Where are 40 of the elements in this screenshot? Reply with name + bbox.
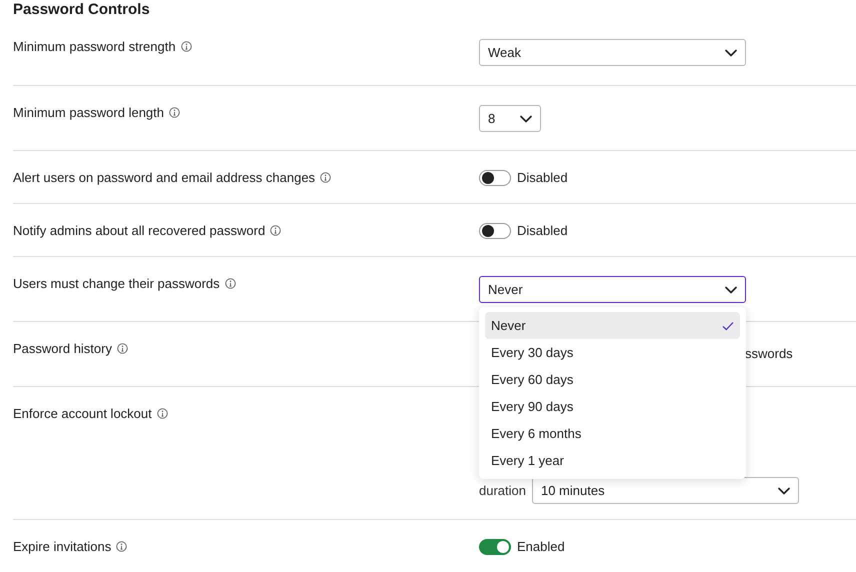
dropdown-select[interactable]: 10 minutes <box>532 477 799 504</box>
toggle-switch[interactable] <box>479 170 511 186</box>
menu-option[interactable]: Every 1 year <box>485 447 740 474</box>
menu-option[interactable]: Every 60 days <box>485 366 740 393</box>
checkmark-icon <box>722 320 734 330</box>
chevron-down-icon <box>725 48 737 56</box>
setting-label: Users must change their passwords <box>13 276 220 291</box>
duration-label: duration <box>479 482 526 500</box>
chevron-down-icon <box>725 286 737 294</box>
dropdown-select[interactable]: Weak <box>479 39 746 66</box>
info-icon <box>116 343 128 354</box>
dropdown-select[interactable]: Never <box>479 276 746 303</box>
setting-label: Expire invitations <box>13 539 112 554</box>
toggle-status: Enabled <box>517 539 565 555</box>
setting-description: sswords <box>745 346 793 361</box>
setting-label: Enforce account lockout <box>13 406 152 421</box>
setting-label: Notify admins about all recovered password <box>13 223 266 238</box>
chevron-down-icon <box>520 114 532 122</box>
menu-option[interactable]: Every 6 months <box>485 420 740 447</box>
chevron-down-icon <box>778 486 790 494</box>
info-icon <box>320 172 332 183</box>
info-icon <box>169 107 180 118</box>
toggle-status: Disabled <box>517 170 568 186</box>
menu-option[interactable]: Every 90 days <box>485 393 740 420</box>
setting-label: Alert users on password and email address changes <box>13 170 316 185</box>
info-icon <box>180 41 192 52</box>
info-icon <box>224 278 236 289</box>
info-icon <box>270 225 282 236</box>
setting-label: Password history <box>13 341 112 356</box>
setting-label: Minimum password length <box>13 105 164 120</box>
info-icon <box>116 541 128 552</box>
toggle-status: Disabled <box>517 223 568 239</box>
dropdown-select[interactable]: 8 <box>479 105 541 132</box>
menu-option[interactable]: Every 30 days <box>485 339 740 366</box>
toggle-switch[interactable] <box>479 223 511 239</box>
setting-label: Minimum password strength <box>13 39 176 54</box>
menu-option[interactable]: Never <box>485 312 740 339</box>
section-title: Password Controls <box>13 0 150 20</box>
info-icon <box>156 408 168 419</box>
toggle-switch[interactable] <box>479 539 511 555</box>
